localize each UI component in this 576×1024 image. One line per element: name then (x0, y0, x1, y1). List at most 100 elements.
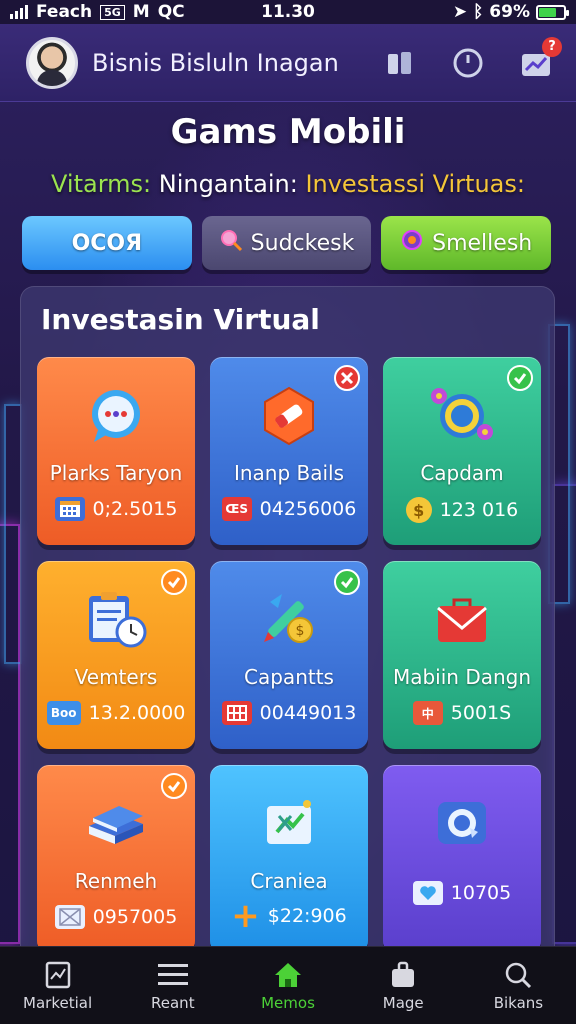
page-subtitle: Vitarms: Ningantain: Investassi Virtuas: (0, 170, 576, 198)
card-value: 5001S (450, 702, 512, 724)
spreadsheet-icon (252, 787, 326, 861)
card-value: 13.2.0000 (88, 702, 186, 724)
filter-button[interactable]: Smellesh (381, 216, 552, 270)
investment-card[interactable]: Capdam $ 123 016 (383, 357, 541, 545)
check-icon (334, 569, 360, 595)
nav-label: Reant (151, 993, 195, 1012)
card-value: 00449013 (259, 702, 357, 724)
battery-icon (536, 4, 569, 20)
card-value-icon: ŒS (221, 497, 252, 521)
magnifier-icon (219, 228, 243, 258)
card-name: Capdam (420, 461, 504, 485)
status-bar: Feach 5G M QC 11.30 ➤ ᛒ 69% (0, 0, 576, 24)
card-value-icon: Boo (46, 701, 81, 725)
pencil-coin-icon: $ (252, 583, 326, 657)
card-name: Renmeh (74, 869, 158, 893)
investment-card[interactable]: Vemters Boo 13.2.0000 (37, 561, 195, 749)
camera-lens-icon (425, 787, 499, 861)
card-name: Plarks Taryon (49, 461, 183, 485)
card-value: 0957005 (92, 906, 178, 928)
filter-button-label: Smellesh (432, 230, 533, 256)
card-value: 10705 (450, 882, 512, 904)
search-icon (503, 960, 533, 990)
book-icon[interactable] (382, 45, 418, 81)
mail-bag-icon (425, 583, 499, 657)
clock: 11.30 (261, 2, 315, 22)
search-button-label: Sudckesk (250, 230, 355, 256)
chart-doc-icon (43, 960, 73, 990)
check-icon (161, 569, 187, 595)
close-icon[interactable] (334, 365, 360, 391)
home-icon (273, 960, 303, 990)
panel-title: Investasin Virtual (41, 303, 320, 336)
card-name: Capantts (244, 665, 334, 689)
card-value: 123 016 (439, 499, 519, 521)
signal-icon (10, 5, 28, 19)
coin-icon: $ (405, 497, 432, 523)
location-icon: ➤ (452, 2, 468, 22)
subtitle-part-3: Investassi Virtuas: (297, 170, 525, 198)
svg-text:$: $ (296, 623, 305, 639)
nav-label: Mage (382, 993, 424, 1012)
subtitle-part-1: Vitarms: (51, 170, 152, 198)
books-icon (79, 787, 153, 861)
investment-panel: Investasin Virtual Plarks Taryon 0;2.501… (20, 286, 555, 966)
notification-badge: ? (542, 36, 562, 57)
nav-label: Marketial (23, 993, 93, 1012)
search-button[interactable]: Sudckesk (201, 216, 372, 270)
envelope-icon (54, 905, 85, 929)
nav-label: Bikans (493, 993, 544, 1012)
investment-card[interactable]: Mabiin Dangn 中 5001S (383, 561, 541, 749)
check-icon (161, 773, 187, 799)
bag-icon (388, 960, 418, 990)
investment-card[interactable]: Plarks Taryon 0;2.5015 (37, 357, 195, 545)
card-value: $22:906 (267, 905, 347, 927)
card-value: 04256006 (259, 498, 357, 520)
investment-card[interactable]: Craniea + $22:906 (210, 765, 368, 953)
action-buttons: OCOЯ Sudckesk Smellesh (22, 216, 552, 270)
calendar-icon (54, 497, 85, 521)
nav-item-reant[interactable]: Reant (115, 947, 230, 1024)
subtitle-part-2: Ningantain: (151, 170, 298, 198)
clock-icon[interactable] (450, 45, 486, 81)
heart-icon (412, 881, 443, 905)
status-extra: QC (157, 2, 185, 22)
card-value-icon: 中 (412, 701, 443, 725)
chat-bubble-icon (79, 379, 153, 453)
primary-button-label: OCOЯ (71, 230, 143, 256)
menu-icon (157, 960, 188, 990)
check-icon (507, 365, 533, 391)
primary-button[interactable]: OCOЯ (22, 216, 192, 270)
nav-label: Memos (261, 993, 315, 1012)
grid-icon (221, 701, 252, 725)
nav-item-mage[interactable]: Mage (346, 947, 461, 1024)
nav-item-bikans[interactable]: Bikans (461, 947, 576, 1024)
app-header: Bisnis Bisluln Inagan ? (0, 24, 576, 102)
page-title: Gams Mobili (170, 112, 406, 152)
battery-percent: 69% (489, 2, 530, 22)
eraser-hexagon-icon (252, 379, 326, 453)
card-name: Mabiin Dangn (392, 665, 532, 689)
carrier-name: Feach (36, 2, 93, 22)
nav-item-marketial[interactable]: Marketial (0, 947, 115, 1024)
investment-card[interactable]: $ Capantts 00449013 (210, 561, 368, 749)
investment-card[interactable]: 10705 (383, 765, 541, 953)
bluetooth-icon: ᛒ (473, 2, 484, 22)
gears-icon (425, 379, 499, 453)
card-name: Vemters (74, 665, 158, 689)
investment-grid: Plarks Taryon 0;2.5015 Inanp Bails ŒS 04… (37, 357, 541, 953)
nav-item-memos[interactable]: Memos (230, 947, 345, 1024)
investment-card[interactable]: Renmeh 0957005 (37, 765, 195, 953)
avatar[interactable] (26, 36, 78, 89)
plus-icon: + (231, 896, 260, 936)
app-letter: M (132, 2, 150, 22)
header-title: Bisnis Bisluln Inagan (92, 48, 339, 77)
stats-notification-icon[interactable]: ? (518, 36, 562, 81)
investment-card[interactable]: Inanp Bails ŒS 04256006 (210, 357, 368, 545)
bottom-navigation: Marketial Reant Memos Mage Bikans (0, 946, 576, 1024)
gem-icon (400, 228, 424, 258)
card-name: Inanp Bails (233, 461, 345, 485)
card-name: Craniea (250, 869, 328, 893)
card-value: 0;2.5015 (92, 498, 178, 520)
sim-badge: 5G (100, 4, 125, 20)
